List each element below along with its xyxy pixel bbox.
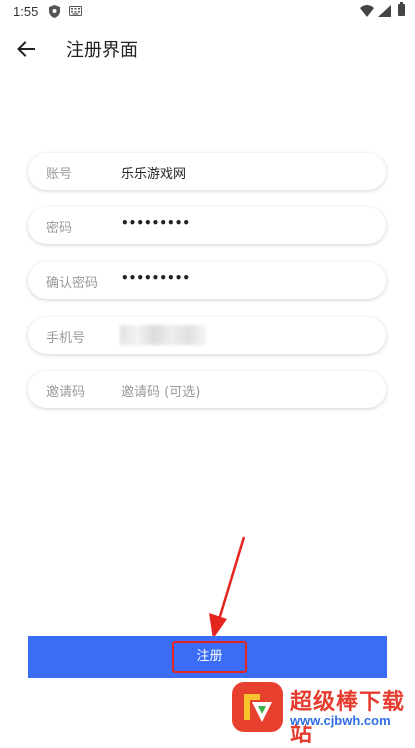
password-field[interactable]: 密码 ••••••••• [28,207,386,244]
invite-code-label: 邀请码 [46,385,86,400]
watermark-logo-icon [232,682,283,732]
status-time: 1:55 [13,4,39,19]
register-button-label: 注册 [172,641,247,673]
cellular-signal-icon [378,5,391,17]
password-input[interactable]: ••••••••• [121,216,190,230]
confirm-password-input[interactable]: ••••••••• [121,271,190,285]
password-label: 密码 [46,221,73,236]
account-input[interactable]: 乐乐游戏网 [121,163,186,182]
confirm-password-field[interactable]: 确认密码 ••••••••• [28,262,386,299]
shield-icon [49,5,60,18]
confirm-password-label: 确认密码 [46,276,99,291]
phone-label: 手机号 [46,331,86,346]
invite-code-input[interactable]: 邀请码 (可选) [121,381,200,400]
status-bar: 1:55 [0,0,415,24]
phone-field[interactable]: 手机号 [28,317,386,354]
annotation-arrow-icon [209,536,246,639]
keyboard-icon [69,6,82,16]
wifi-icon [360,5,374,17]
back-button[interactable] [10,33,42,65]
register-button[interactable]: 注册 [28,636,387,678]
watermark-url: www.cjbwh.com [290,713,391,728]
arrow-back-icon [17,41,35,57]
phone-input-redacted[interactable] [120,325,206,345]
app-bar: 注册界面 [0,24,415,74]
invite-code-field[interactable]: 邀请码 邀请码 (可选) [28,371,386,408]
account-field[interactable]: 账号 乐乐游戏网 [28,153,386,190]
page-title: 注册界面 [66,40,138,61]
watermark: 超级棒下载站 www.cjbwh.com [230,676,415,747]
account-label: 账号 [46,167,73,182]
battery-icon [398,2,405,16]
